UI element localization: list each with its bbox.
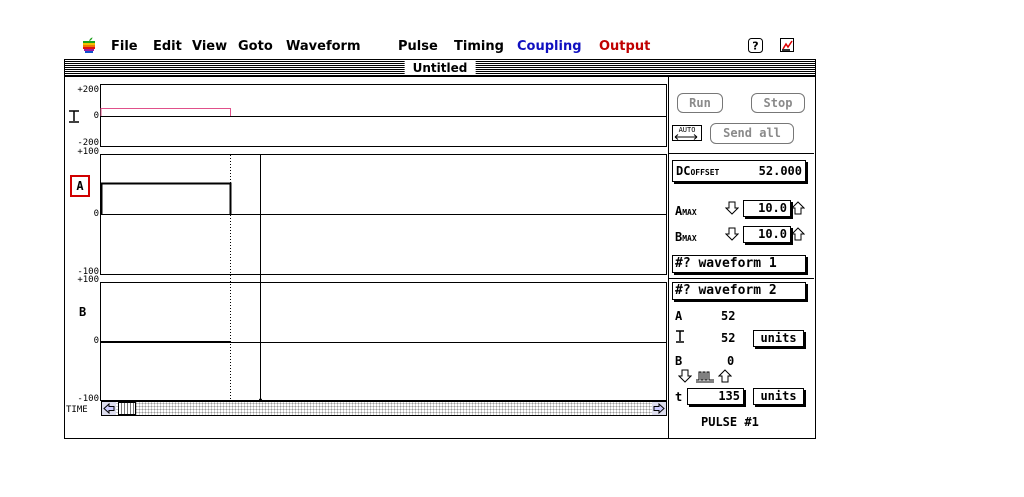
bmax-up-arrow-icon[interactable] [791,227,805,241]
amax-down-arrow-icon[interactable] [725,201,739,215]
top-plot-ymid: 0 [93,111,99,121]
pulse-down-arrow-icon[interactable] [678,369,692,383]
bmax-down-arrow-icon[interactable] [725,227,739,241]
plot-a-ymid: 0 [93,209,99,219]
waveform-plots[interactable] [100,77,668,403]
double-arrow-icon [674,134,698,140]
plot-b-ymid: 0 [93,336,99,346]
menu-view[interactable]: View [192,39,227,54]
bmax-label: BMAX [675,230,697,244]
plot-a-label[interactable]: A [70,175,90,197]
menu-output[interactable]: Output [599,39,650,54]
menu-edit[interactable]: Edit [153,39,182,54]
coupling-icon [676,330,684,343]
menu-bar: File Edit View Goto Waveform Pulse Timin… [64,36,816,58]
divider [669,278,814,279]
document-window: Untitled +200 0 -200 +100 A 0 -100 +100 … [64,59,816,439]
transport-group: Run Stop AUTO Send all [669,77,814,154]
control-panel: Run Stop AUTO Send all DCOFFSET 52.000 A… [669,77,815,438]
plot-b-label: B [79,305,87,319]
dc-offset-value: 52.000 [758,164,802,178]
amax-label: AMAX [675,204,697,218]
units-button-2[interactable]: units [753,388,804,405]
plot-a-ymax: +100 [77,147,99,157]
pulse-train-icon [696,371,714,383]
apple-menu-icon[interactable] [82,37,96,53]
dc-sublabel: OFFSET [690,168,720,177]
run-button[interactable]: Run [677,93,723,113]
b-readout-value: 0 [727,354,735,368]
plot-b-ymax: +100 [77,275,99,285]
help-icon[interactable]: ? [748,38,763,53]
scroll-thumb[interactable] [118,402,136,415]
scroll-left-icon[interactable] [102,402,116,415]
amax-up-arrow-icon[interactable] [791,201,805,215]
pulse-up-arrow-icon[interactable] [718,369,732,383]
plot-b [100,282,667,401]
menu-coupling[interactable]: Coupling [517,39,582,54]
waveform-2-button[interactable]: #? waveform 2 [672,282,806,300]
waveform-1-button[interactable]: #? waveform 1 [672,255,806,273]
top-plot-ymax: +200 [77,85,99,95]
a-readout-value: 52 [721,309,736,323]
amax-value-field[interactable]: 10.0 [743,200,791,217]
pulse-label: PULSE #1 [701,415,759,429]
t-label: t [675,390,683,404]
auto-label: AUTO [678,126,696,134]
auto-button[interactable]: AUTO [672,125,702,141]
menu-timing[interactable]: Timing [454,39,504,54]
window-title: Untitled [404,61,476,75]
coupling-icon [69,110,79,123]
time-label: TIME [66,405,88,415]
plot-b-ymin: -100 [77,394,99,404]
menu-file[interactable]: File [111,39,138,54]
bmax-value-field[interactable]: 10.0 [743,226,791,243]
send-all-button[interactable]: Send all [710,123,794,144]
a-readout-label: A [675,309,683,323]
t-value-field[interactable]: 135 [687,388,744,405]
coupled-value: 52 [721,331,736,345]
top-plot [100,84,667,147]
units-button-1[interactable]: units [753,330,804,347]
stop-button[interactable]: Stop [751,93,805,113]
menu-pulse[interactable]: Pulse [398,39,438,54]
svg-text:?: ? [752,40,758,53]
title-bar[interactable]: Untitled [65,60,815,77]
dc-offset-field[interactable]: DCOFFSET 52.000 [672,160,806,182]
menu-waveform[interactable]: Waveform [286,39,360,54]
dc-label: DC [676,164,691,178]
plot-a [100,154,667,275]
y-axis-labels: +200 0 -200 +100 A 0 -100 +100 B 0 -100 … [65,77,99,421]
horizontal-scrollbar[interactable] [101,401,667,416]
application-menu-icon[interactable] [780,38,795,53]
b-readout-label: B [675,354,683,368]
menu-goto[interactable]: Goto [238,39,273,54]
scroll-right-icon[interactable] [652,402,666,415]
